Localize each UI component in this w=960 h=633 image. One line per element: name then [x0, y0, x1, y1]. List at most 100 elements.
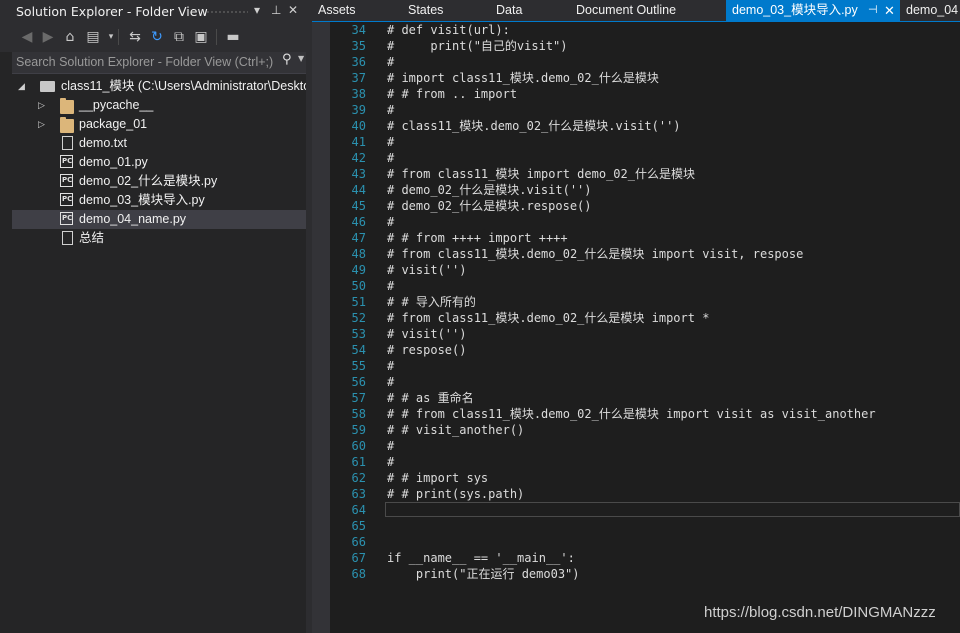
code-line[interactable]: 58 # # from class11_模块.demo_02_什么是模块 impo…	[330, 406, 960, 422]
code-text[interactable]: # visit('')	[387, 262, 466, 278]
code-text[interactable]: # def visit(url):	[387, 22, 510, 38]
tab-demo-03[interactable]: demo_03_模块导入.py ⊣ ✕	[726, 0, 900, 21]
code-line[interactable]: 59 # # visit_another()	[330, 422, 960, 438]
code-line[interactable]: 53 # visit('')	[330, 326, 960, 342]
pin-icon[interactable]: ⊥	[271, 3, 281, 17]
code-text[interactable]: # print("自己的visit")	[387, 38, 568, 54]
code-text[interactable]: # # visit_another()	[387, 422, 524, 438]
tree-node-file[interactable]: PC demo_02_什么是模块.py	[12, 172, 306, 191]
code-text[interactable]: # import class11_模块.demo_02_什么是模块	[387, 70, 659, 86]
search-icon[interactable]: ⚲	[282, 52, 292, 67]
code-text[interactable]: #	[387, 358, 394, 374]
code-line[interactable]: 49 # visit('')	[330, 262, 960, 278]
code-text[interactable]: # # import sys	[387, 470, 488, 486]
code-line[interactable]: 52 # from class11_模块.demo_02_什么是模块 import…	[330, 310, 960, 326]
code-line[interactable]: 35 # print("自己的visit")	[330, 38, 960, 54]
close-icon[interactable]: ✕	[288, 3, 298, 17]
code-line[interactable]: 36 #	[330, 54, 960, 70]
code-text[interactable]: if __name__ == '__main__':	[387, 550, 575, 566]
tree-node-file[interactable]: PC demo_01.py	[12, 153, 306, 172]
show-all-files-icon[interactable]: ▣	[192, 27, 210, 47]
tree-node-file[interactable]: demo.txt	[12, 134, 306, 153]
code-line[interactable]: 40 # class11_模块.demo_02_什么是模块.visit('')	[330, 118, 960, 134]
pin-icon[interactable]: ⊣	[868, 0, 878, 21]
collapsed-arrow-icon[interactable]: ▷	[38, 96, 45, 115]
chevron-down-icon[interactable]: ▼	[298, 54, 304, 63]
tab-assets[interactable]: Assets	[318, 0, 368, 21]
code-text[interactable]: # # from class11_模块.demo_02_什么是模块 import…	[387, 406, 876, 422]
code-text[interactable]: #	[387, 454, 394, 470]
tree-node-file[interactable]: PC demo_03_模块导入.py	[12, 191, 306, 210]
tree-node-folder[interactable]: ▷ package_01	[12, 115, 306, 134]
close-icon[interactable]: ✕	[884, 0, 895, 21]
code-text[interactable]: # class11_模块.demo_02_什么是模块.visit('')	[387, 118, 681, 134]
code-line[interactable]: 63 # # print(sys.path)	[330, 486, 960, 502]
code-text[interactable]: #	[387, 214, 394, 230]
code-line[interactable]: 62 # # import sys	[330, 470, 960, 486]
code-text[interactable]: #	[387, 438, 394, 454]
code-editor[interactable]: 34 # def visit(url): 35 # print("自己的visit")…	[330, 22, 960, 633]
properties-icon[interactable]: ▬	[224, 27, 242, 47]
search-input[interactable]	[16, 53, 278, 71]
code-line[interactable]: 50 #	[330, 278, 960, 294]
code-line[interactable]: 34 # def visit(url):	[330, 22, 960, 38]
solution-explorer-titlebar[interactable]: Solution Explorer - Folder View ▾ ⊥ ✕	[0, 0, 308, 22]
tab-data[interactable]: Data	[496, 0, 546, 21]
tree-node-folder[interactable]: ▷ __pycache__	[12, 96, 306, 115]
code-text[interactable]: #	[387, 278, 394, 294]
tab-states[interactable]: States	[408, 0, 458, 21]
code-line[interactable]: 42 #	[330, 150, 960, 166]
code-line[interactable]: 66	[330, 534, 960, 550]
code-text[interactable]: # # from .. import	[387, 86, 517, 102]
code-line[interactable]: 44 # demo_02_什么是模块.visit('')	[330, 182, 960, 198]
code-line[interactable]: 68 print("正在运行 demo03")	[330, 566, 960, 582]
code-text[interactable]: #	[387, 150, 394, 166]
collapsed-arrow-icon[interactable]: ▷	[38, 115, 45, 134]
code-line[interactable]: 57 # # as 重命名	[330, 390, 960, 406]
code-line[interactable]: 65	[330, 518, 960, 534]
code-text[interactable]: # # 导入所有的	[387, 294, 476, 310]
code-text[interactable]: # demo_02_什么是模块.visit('')	[387, 182, 592, 198]
tab-demo-04[interactable]: demo_04	[906, 0, 960, 21]
code-line[interactable]: 56 #	[330, 374, 960, 390]
code-line[interactable]: 45 # demo_02_什么是模块.respose()	[330, 198, 960, 214]
code-text[interactable]: # from class11_模块.demo_02_什么是模块 import v…	[387, 246, 803, 262]
code-text[interactable]: # visit('')	[387, 326, 466, 342]
tree-node-file[interactable]: 总结	[12, 229, 306, 248]
code-line[interactable]: 48 # from class11_模块.demo_02_什么是模块 import…	[330, 246, 960, 262]
code-line[interactable]: 37 # import class11_模块.demo_02_什么是模块	[330, 70, 960, 86]
code-text[interactable]: # # print(sys.path)	[387, 486, 524, 502]
code-text[interactable]: #	[387, 102, 394, 118]
code-text[interactable]: # respose()	[387, 342, 466, 358]
code-text[interactable]: # # from ++++ import ++++	[387, 230, 568, 246]
code-text[interactable]: #	[387, 134, 394, 150]
code-text[interactable]: #	[387, 54, 394, 70]
code-line[interactable]: 54 # respose()	[330, 342, 960, 358]
code-line[interactable]: 51 # # 导入所有的	[330, 294, 960, 310]
code-line[interactable]: 46 #	[330, 214, 960, 230]
code-line[interactable]: 67 if __name__ == '__main__':	[330, 550, 960, 566]
code-line[interactable]: 55 #	[330, 358, 960, 374]
sync-icon[interactable]: ⇆	[126, 27, 144, 47]
code-line[interactable]: 38 # # from .. import	[330, 86, 960, 102]
code-line[interactable]: 47 # # from ++++ import ++++	[330, 230, 960, 246]
tree-node-file-selected[interactable]: PC demo_04_name.py	[12, 210, 306, 229]
collapse-all-icon[interactable]: ⧉	[170, 27, 188, 47]
code-text[interactable]: # demo_02_什么是模块.respose()	[387, 198, 592, 214]
code-text[interactable]: # from class11_模块.demo_02_什么是模块 import *	[387, 310, 709, 326]
code-text[interactable]: # # as 重命名	[387, 390, 474, 406]
switch-views-icon[interactable]: ▤	[84, 27, 102, 47]
refresh-icon[interactable]: ↻	[148, 27, 166, 47]
code-line[interactable]: 60 #	[330, 438, 960, 454]
solution-search-box[interactable]: ⚲ ▼	[12, 52, 306, 74]
code-line[interactable]: 41 #	[330, 134, 960, 150]
code-line[interactable]: 43 # from class11_模块 import demo_02_什么是模块	[330, 166, 960, 182]
home-icon[interactable]: ⌂	[61, 27, 79, 47]
code-line[interactable]: 61 #	[330, 454, 960, 470]
code-text[interactable]: # from class11_模块 import demo_02_什么是模块	[387, 166, 695, 182]
tree-node-project[interactable]: ◢ class11_模块 (C:\Users\Administrator\Des…	[12, 77, 317, 96]
code-text[interactable]: #	[387, 374, 394, 390]
tab-document-outline[interactable]: Document Outline	[576, 0, 706, 21]
back-arrow-icon[interactable]: ◀	[18, 27, 36, 47]
expanded-arrow-icon[interactable]: ◢	[18, 77, 25, 96]
